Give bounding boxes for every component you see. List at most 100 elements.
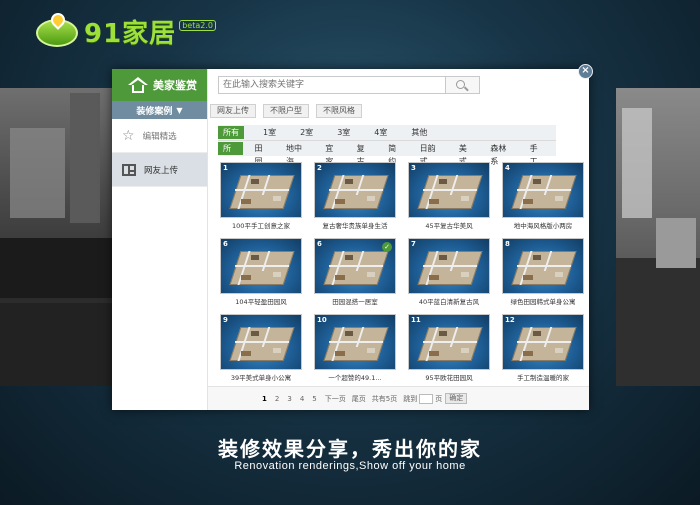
card-caption[interactable]: 39平美式单身小公寓 [220, 372, 302, 382]
confirm-jump-button[interactable]: 确定 [445, 393, 468, 404]
background-photo-right [616, 88, 700, 386]
card-number: 11 [411, 316, 421, 324]
site-logo[interactable]: 91家居 beta2.0 [34, 10, 216, 50]
pagination: 1 2 3 4 5 下一页 尾页 共有5页 跳到 页 确定 [208, 386, 589, 410]
gallery-card[interactable]: 4 地中海风格版小两房 [502, 162, 584, 230]
card-number: 7 [411, 240, 416, 248]
sidebar-header[interactable]: 美家鉴赏 [112, 69, 207, 101]
sidebar-item-user-uploads[interactable]: 网友上传 [112, 153, 207, 187]
floorplan-thumbnail[interactable]: 10 [314, 314, 396, 370]
home-icon [128, 77, 148, 93]
gallery-card[interactable]: 12 手工制造温暖的家 [502, 314, 584, 382]
card-caption[interactable]: 手工制造温暖的家 [502, 372, 584, 382]
sidebar-header-label: 美家鉴赏 [153, 79, 197, 92]
room-filter-row: 所有 1室 2室 3室 4室 其他 [218, 125, 556, 140]
gallery-card[interactable]: 6 104平轻盈田园风 [220, 238, 302, 306]
style-option[interactable]: 宜家 [320, 142, 345, 166]
card-caption[interactable]: 复古奢华贵族单身生活 [314, 220, 396, 230]
filter-room-type[interactable]: 不限户型 [263, 104, 309, 118]
room-option[interactable]: 1室 [258, 126, 281, 139]
room-option[interactable]: 3室 [332, 126, 355, 139]
gallery-card[interactable]: 3 45平复古华美风 [408, 162, 490, 230]
gallery-card[interactable]: 9 39平美式单身小公寓 [220, 314, 302, 382]
floorplan-thumbnail[interactable]: 7 [408, 238, 490, 294]
checkmark-icon: ✓ [382, 242, 392, 252]
filter-style[interactable]: 不限风格 [316, 104, 362, 118]
floorplan-thumbnail[interactable]: 3 [408, 162, 490, 218]
card-caption[interactable]: 100平手工创意之家 [220, 220, 302, 230]
close-icon[interactable]: × [578, 64, 593, 79]
floorplan-thumbnail[interactable]: 6 [220, 238, 302, 294]
jump-page-input[interactable] [419, 393, 434, 404]
last-page-link[interactable]: 尾页 [352, 394, 366, 404]
floorplan-thumbnail[interactable]: 4 [502, 162, 584, 218]
search-box [218, 76, 480, 94]
search-button[interactable] [445, 77, 479, 93]
logo-text: 91家居 [84, 18, 177, 49]
slogan-chinese: 装修效果分享，秀出你的家 [218, 437, 482, 461]
sidebar-sub-label: 装修案例 [136, 106, 173, 117]
card-number: 9 [223, 316, 228, 324]
style-option[interactable]: 美式 [454, 142, 479, 166]
room-option[interactable]: 其他 [406, 126, 432, 139]
gallery-card[interactable]: 10 一个超赞的49.1... [314, 314, 396, 382]
main-content: 网友上传 不限户型 不限风格 所有 1室 2室 3室 4室 其他 所有 田园 地… [208, 69, 589, 410]
style-filter-row: 所有 田园 地中海 宜家 复古 简约 日韵式 美式 森林系 手工 [218, 141, 556, 166]
sidebar: 美家鉴赏 装修案例 ▼ ☆ 编辑精选 网友上传 [112, 69, 208, 410]
slogan-english: Renovation renderings,Show off your home [234, 460, 466, 472]
style-option[interactable]: 日韵式 [415, 142, 448, 166]
card-caption[interactable]: 田园混搭一居室 [314, 296, 396, 306]
logo-version: beta2.0 [179, 19, 216, 31]
room-option[interactable]: 4室 [369, 126, 392, 139]
filter-source[interactable]: 网友上传 [210, 104, 256, 118]
style-option[interactable]: 简约 [383, 142, 408, 166]
page-link[interactable]: 5 [312, 395, 316, 403]
style-option[interactable]: 地中海 [281, 142, 314, 166]
floorplan-thumbnail[interactable]: 8 [502, 238, 584, 294]
gallery-card[interactable]: 8 绿色田园韩式单身公寓 [502, 238, 584, 306]
jump-label: 跳到 [403, 394, 418, 403]
page-link[interactable]: 4 [300, 395, 304, 403]
floorplan-thumbnail[interactable]: 9 [220, 314, 302, 370]
page-link[interactable]: 2 [275, 395, 279, 403]
room-option[interactable]: 所有 [218, 126, 244, 139]
star-icon: ☆ [122, 127, 135, 144]
floorplan-thumbnail[interactable]: 11 [408, 314, 490, 370]
card-caption[interactable]: 45平复古华美风 [408, 220, 490, 230]
gallery-card[interactable]: 7 40平蓝白清新复古风 [408, 238, 490, 306]
card-caption[interactable]: 104平轻盈田园风 [220, 296, 302, 306]
gallery-card[interactable]: 2 复古奢华贵族单身生活 [314, 162, 396, 230]
page-link[interactable]: 3 [287, 395, 291, 403]
card-caption[interactable]: 绿色田园韩式单身公寓 [502, 296, 584, 306]
card-caption[interactable]: 地中海风格版小两房 [502, 220, 584, 230]
layout-icon [122, 163, 136, 176]
card-number: 12 [505, 316, 515, 324]
sidebar-sub-menu[interactable]: 装修案例 ▼ [112, 101, 207, 119]
logo-icon [34, 10, 80, 49]
active-filters: 网友上传 不限户型 不限风格 [210, 104, 362, 118]
style-option[interactable]: 森林系 [485, 142, 518, 166]
floorplan-thumbnail[interactable]: 6 ✓ [314, 238, 396, 294]
style-option[interactable]: 手工 [525, 142, 550, 166]
search-input[interactable] [219, 77, 445, 93]
card-caption[interactable]: 一个超赞的49.1... [314, 372, 396, 382]
category-filter-box: 所有 1室 2室 3室 4室 其他 所有 田园 地中海 宜家 复古 简约 日韵式… [218, 125, 556, 166]
gallery-card[interactable]: 11 95平欧花田园风 [408, 314, 490, 382]
gallery-card[interactable]: 1 100平手工创意之家 [220, 162, 302, 230]
card-number: 3 [411, 164, 416, 172]
style-option[interactable]: 复古 [352, 142, 377, 166]
floorplan-thumbnail[interactable]: 1 [220, 162, 302, 218]
floorplan-thumbnail[interactable]: 12 [502, 314, 584, 370]
gallery-card[interactable]: 6 ✓ 田园混搭一居室 [314, 238, 396, 306]
card-number: 6 [317, 240, 322, 248]
room-option[interactable]: 2室 [295, 126, 318, 139]
style-option[interactable]: 田园 [249, 142, 274, 166]
floorplan-thumbnail[interactable]: 2 [314, 162, 396, 218]
sidebar-item-editor-picks[interactable]: ☆ 编辑精选 [112, 119, 207, 153]
page-link[interactable]: 1 [262, 395, 267, 403]
style-option[interactable]: 所有 [218, 142, 244, 166]
card-caption[interactable]: 95平欧花田园风 [408, 372, 490, 382]
card-caption[interactable]: 40平蓝白清新复古风 [408, 296, 490, 306]
next-page-link[interactable]: 下一页 [325, 394, 346, 404]
gallery-grid: 1 100平手工创意之家 2 复古奢华贵族单身生活 3 45平复古华美风 4 地中海风格版小两… [220, 162, 584, 382]
